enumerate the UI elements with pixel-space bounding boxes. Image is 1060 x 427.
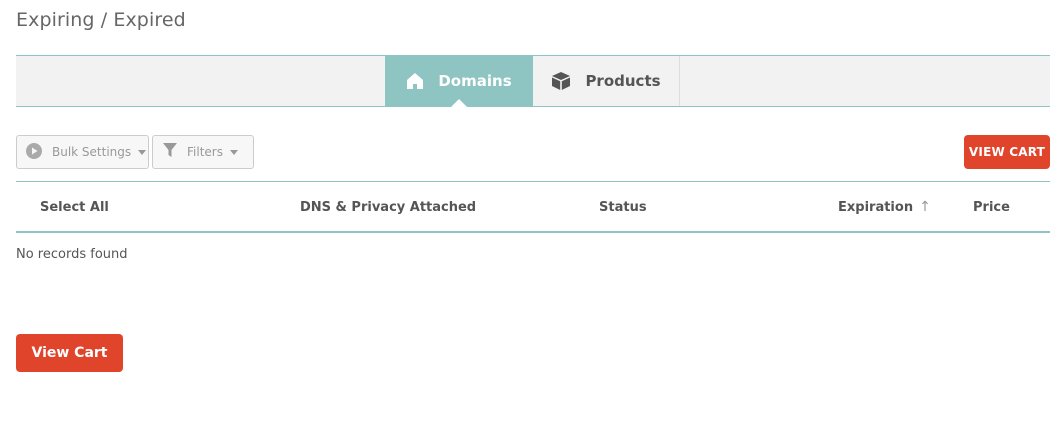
- chevron-down-icon: [229, 149, 238, 155]
- tab-products[interactable]: Products: [533, 56, 680, 106]
- home-icon: [406, 72, 424, 90]
- filters-button[interactable]: Filters: [152, 135, 254, 169]
- tab-domains[interactable]: Domains: [385, 56, 533, 107]
- active-tab-caret: [451, 99, 467, 107]
- box-icon: [551, 71, 571, 91]
- play-circle-icon: [26, 142, 42, 162]
- select-all-header[interactable]: Select All: [40, 182, 109, 232]
- view-cart-button-bottom[interactable]: View Cart: [16, 334, 123, 372]
- tab-domains-label: Domains: [438, 72, 512, 90]
- filters-label: Filters: [187, 145, 223, 159]
- filter-icon: [163, 143, 177, 161]
- status-header: Status: [599, 199, 647, 215]
- page-title: Expiring / Expired: [16, 9, 186, 31]
- chevron-down-icon: [138, 149, 147, 155]
- bulk-settings-button[interactable]: Bulk Settings: [16, 135, 149, 169]
- price-header: Price: [973, 199, 1010, 215]
- expiration-header[interactable]: Expiration ↑: [838, 182, 931, 232]
- tab-products-label: Products: [585, 72, 661, 90]
- expiration-header-label: Expiration: [838, 199, 914, 215]
- view-cart-button-top[interactable]: VIEW CART: [964, 135, 1050, 169]
- tab-bar: Domains Products: [16, 55, 1050, 107]
- sort-arrow-icon: ↑: [919, 199, 931, 215]
- empty-state-text: No records found: [16, 247, 128, 262]
- table-header: Select All DNS & Privacy Attached Status…: [16, 181, 1050, 233]
- bulk-settings-label: Bulk Settings: [52, 145, 132, 159]
- dns-privacy-header: DNS & Privacy Attached: [300, 199, 477, 215]
